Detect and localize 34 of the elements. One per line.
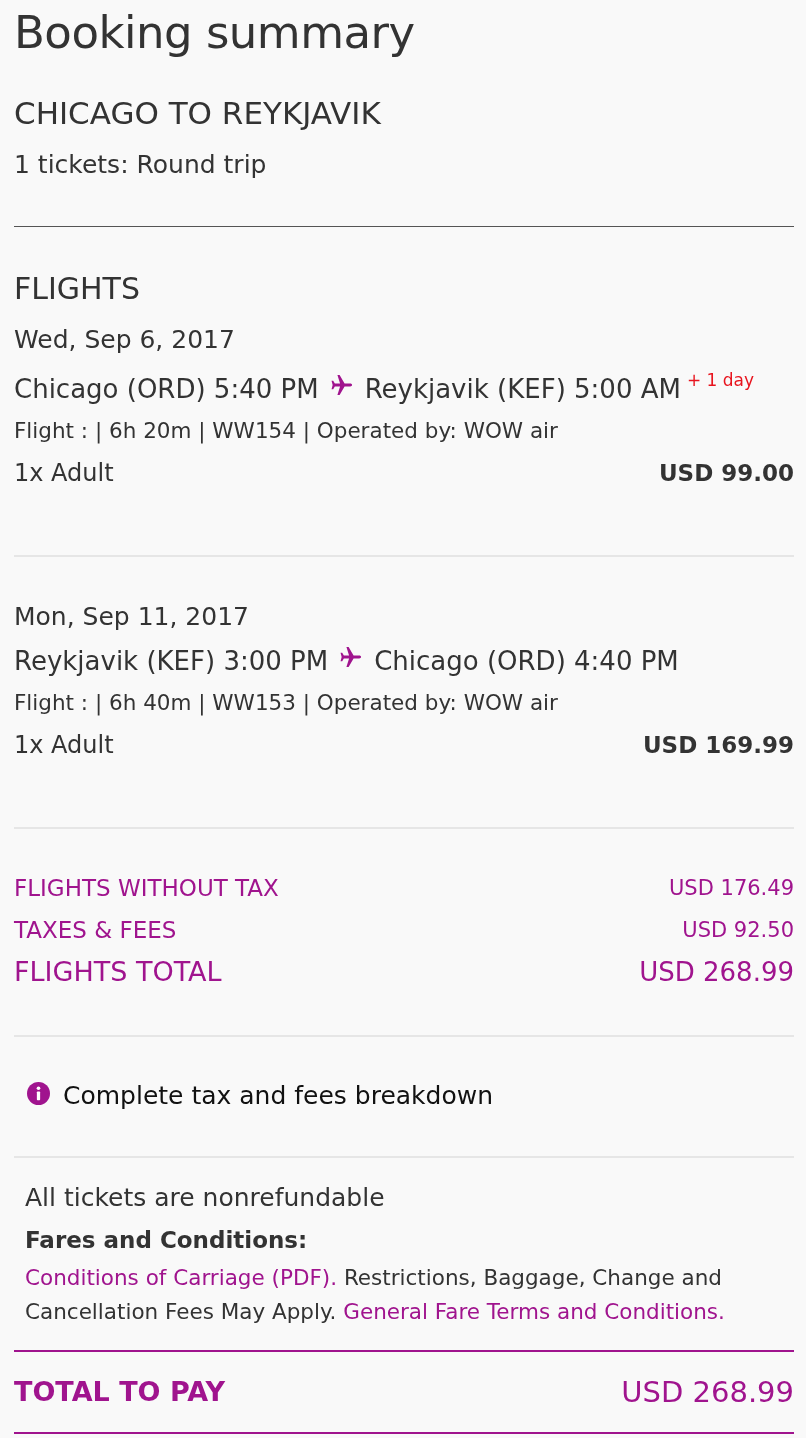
ticket-count: 1 tickets: Round trip (14, 149, 268, 181)
refund-note: All tickets are nonrefundable (25, 1182, 386, 1214)
breakdown-link[interactable]: Complete tax and fees breakdown (63, 1076, 494, 1116)
total-label: TAXES & FEES (14, 916, 177, 945)
total-amount: USD 92.50 (682, 917, 794, 944)
passenger-text: 1x Adult (14, 730, 114, 761)
fare-price: USD 99.00 (658, 459, 794, 488)
total-to-pay-amount: USD 268.99 (621, 1374, 794, 1411)
arrival-text: Chicago (ORD) 4:40 PM (374, 645, 679, 678)
total-amount: USD 176.49 (668, 875, 794, 902)
trip-route: CHICAGO TO REYKJAVIK (14, 94, 382, 133)
total-label: FLIGHTS TOTAL (14, 955, 222, 989)
airplane-icon (330, 374, 353, 396)
conditions-heading: Fares and Conditions: (25, 1226, 309, 1255)
flight-date: Mon, Sep 11, 2017 (14, 601, 250, 633)
airplane-icon (340, 646, 363, 668)
conditions-link[interactable]: Conditions of Carriage (PDF). (25, 1265, 338, 1290)
total-label: FLIGHTS WITHOUT TAX (14, 874, 279, 903)
info-icon (27, 1081, 50, 1105)
conditions-link[interactable]: General Fare Terms and Conditions. (343, 1299, 725, 1324)
flight-details: Flight : | 6h 20m | WW154 | Operated by: WOW air (14, 417, 559, 446)
page-title: Booking summary (14, 5, 416, 61)
flight-details: Flight : | 6h 40m | WW153 | Operated by: WOW air (14, 689, 559, 718)
departure-text: Reykjavik (KEF) 3:00 PM (14, 645, 329, 678)
day-offset-text: + 1 day (686, 369, 755, 391)
conditions-paragraph: Conditions of Carriage (PDF). Restrictions, Baggage, Change and Cancellation Fees May Apply. General Fare Terms and Conditions. (25, 1264, 726, 1326)
arrival-text: Reykjavik (KEF) 5:00 AM (364, 373, 681, 406)
flight-date: Wed, Sep 6, 2017 (14, 324, 236, 356)
fare-price: USD 169.99 (642, 731, 794, 760)
total-amount: USD 268.99 (639, 956, 794, 989)
departure-text: Chicago (ORD) 5:40 PM (14, 373, 319, 406)
total-to-pay-label: TOTAL TO PAY (14, 1375, 226, 1409)
passenger-text: 1x Adult (14, 458, 114, 489)
flights-heading: FLIGHTS (14, 270, 141, 308)
